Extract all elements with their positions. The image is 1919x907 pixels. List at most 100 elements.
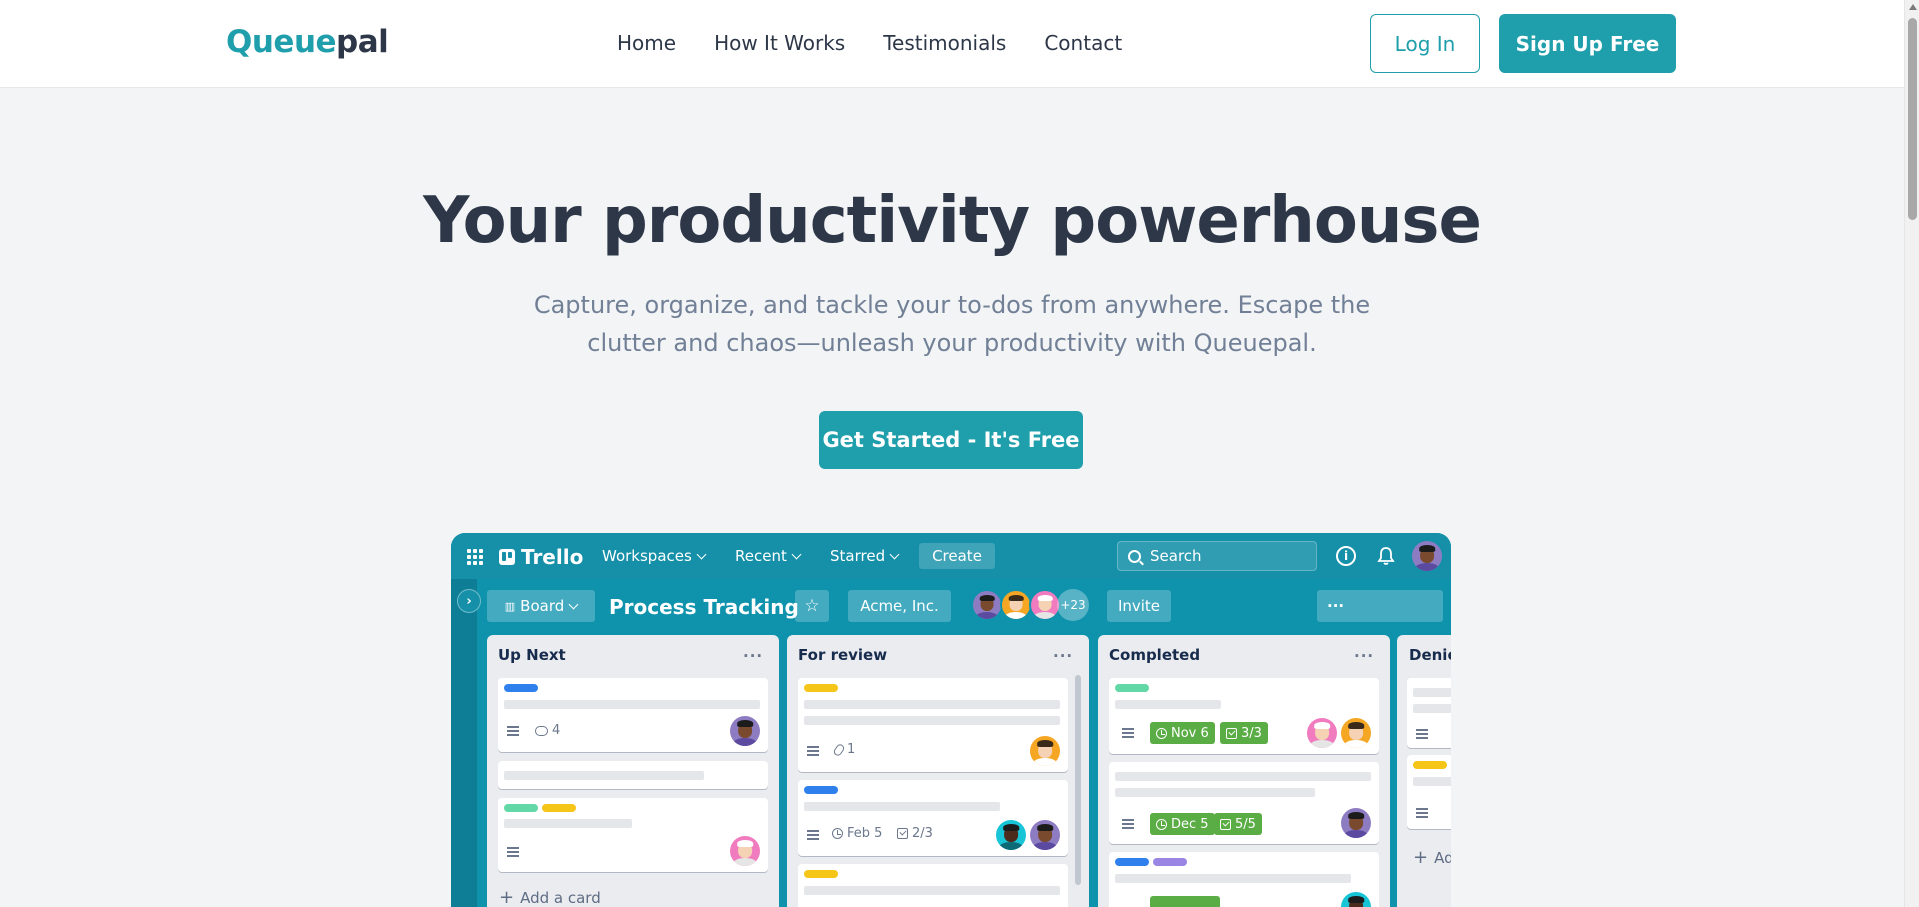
list-menu-icon[interactable]: ··· (743, 647, 763, 665)
menu-recent[interactable]: Recent (735, 547, 802, 565)
card-member-avatar[interactable] (730, 716, 760, 746)
logo-part-pal: pal (336, 24, 389, 60)
card[interactable] (1407, 678, 1451, 748)
nav-link-how-it-works[interactable]: How It Works (714, 31, 845, 55)
due-date-badge[interactable]: Dec 5 (1150, 813, 1215, 835)
list-up-next: Up Next ··· 4 + Add a card (487, 635, 779, 907)
card-member-avatar[interactable] (1030, 820, 1060, 850)
card-title-placeholder (804, 886, 1060, 895)
clock-icon (832, 828, 843, 839)
menu-starred[interactable]: Starred (830, 547, 900, 565)
card-member-avatar[interactable] (1341, 808, 1371, 838)
description-icon (1416, 808, 1428, 818)
checklist-badge[interactable]: 5/5 (1214, 813, 1262, 835)
checklist-value: 3/3 (1241, 725, 1262, 741)
board-title[interactable]: Process Tracking (609, 595, 799, 619)
login-button[interactable]: Log In (1370, 14, 1480, 73)
due-date-value: Dec 5 (1171, 816, 1209, 832)
clock-icon (1156, 818, 1167, 830)
due-date-badge[interactable] (1150, 896, 1220, 907)
card[interactable]: Nov 6 3/3 (1109, 678, 1379, 754)
card-member-avatar[interactable] (730, 836, 760, 866)
chevron-down-icon (568, 599, 579, 609)
plus-icon: + (499, 887, 515, 907)
card-label (804, 870, 838, 878)
card-member-avatar[interactable] (1341, 718, 1371, 748)
logo-part-queue: Queue (226, 24, 337, 60)
scroll-up-arrow-icon[interactable] (1909, 4, 1917, 10)
card-member-avatar[interactable] (1307, 718, 1337, 748)
hero-title: Your productivity powerhouse (423, 184, 1482, 258)
card[interactable]: 1 (798, 678, 1068, 772)
card[interactable]: 4 (498, 678, 768, 752)
card-member-avatar[interactable] (1030, 736, 1060, 766)
card[interactable] (1407, 755, 1451, 829)
page-scrollbar[interactable] (1904, 0, 1919, 907)
card-label (504, 684, 538, 692)
trello-logo[interactable]: Trello (499, 545, 583, 569)
app-grid-icon[interactable] (467, 549, 483, 565)
list-menu-icon[interactable]: ··· (1354, 647, 1374, 665)
user-avatar[interactable] (1412, 541, 1442, 571)
chevron-down-icon (696, 549, 707, 559)
clock-icon (1156, 727, 1167, 739)
checklist-icon (1220, 818, 1231, 830)
star-button[interactable]: ☆ (795, 590, 829, 622)
add-card-button[interactable]: + Add a card (499, 887, 601, 907)
create-button[interactable]: Create (919, 543, 995, 569)
card-label (804, 684, 838, 692)
board-search-input[interactable]: Search (1117, 541, 1317, 571)
member-avatar[interactable] (1000, 589, 1032, 621)
card-title-placeholder (504, 819, 632, 828)
view-switcher-button[interactable]: ▥ Board (487, 590, 595, 622)
checklist-value: 2/3 (912, 826, 933, 841)
nav-links: Home How It Works Testimonials Contact (617, 31, 1160, 55)
comment-count: 4 (535, 723, 560, 738)
nav-link-testimonials[interactable]: Testimonials (883, 31, 1006, 55)
search-placeholder: Search (1150, 547, 1202, 565)
card[interactable] (798, 864, 1068, 907)
more-icon: ··· (1327, 597, 1345, 615)
menu-workspaces-label: Workspaces (602, 547, 692, 565)
card-member-avatar[interactable] (996, 820, 1026, 850)
workspace-button[interactable]: Acme, Inc. (848, 590, 951, 622)
card-title-placeholder (1115, 700, 1221, 709)
member-count-badge[interactable]: +23 (1057, 589, 1089, 621)
scrollbar-thumb[interactable] (1908, 18, 1917, 220)
checklist-value: 5/5 (1235, 816, 1256, 832)
card-label (504, 804, 538, 812)
card[interactable] (498, 798, 768, 872)
board-menu-button[interactable]: ··· (1317, 590, 1443, 622)
member-avatar[interactable] (971, 589, 1003, 621)
list-title: Denie (1409, 646, 1451, 664)
menu-workspaces[interactable]: Workspaces (602, 547, 707, 565)
card[interactable]: Dec 5 5/5 (1109, 762, 1379, 844)
card-label (1115, 858, 1149, 866)
bell-icon[interactable] (1376, 545, 1396, 567)
card[interactable] (1109, 852, 1379, 907)
add-card-button[interactable]: + Ad (1413, 847, 1451, 868)
list-menu-icon[interactable]: ··· (1053, 647, 1073, 665)
info-icon[interactable]: i (1336, 546, 1356, 566)
due-date-badge[interactable]: Nov 6 (1150, 722, 1215, 744)
nav-link-home[interactable]: Home (617, 31, 676, 55)
logo[interactable]: Queuepal (226, 24, 389, 60)
get-started-button[interactable]: Get Started - It's Free (819, 411, 1083, 469)
comment-count-value: 4 (552, 723, 561, 738)
nav-link-contact[interactable]: Contact (1044, 31, 1122, 55)
card-member-avatar[interactable] (1341, 892, 1371, 907)
card[interactable]: Feb 5 2/3 (798, 780, 1068, 856)
chevron-down-icon (791, 549, 802, 559)
checklist-badge[interactable]: 3/3 (1220, 722, 1268, 744)
menu-recent-label: Recent (735, 547, 787, 565)
invite-button[interactable]: Invite (1107, 590, 1171, 622)
card-label (542, 804, 576, 812)
board-sidebar (451, 579, 477, 907)
signup-button[interactable]: Sign Up Free (1499, 14, 1676, 73)
due-date-value: Feb 5 (847, 826, 883, 841)
sidebar-expand-icon[interactable]: › (457, 589, 481, 613)
list-scrollbar[interactable] (1075, 675, 1081, 885)
list-completed: Completed ··· Nov 6 3/3 Dec 5 5/5 (1098, 635, 1390, 907)
card[interactable] (498, 761, 768, 789)
card-label (1413, 761, 1447, 769)
